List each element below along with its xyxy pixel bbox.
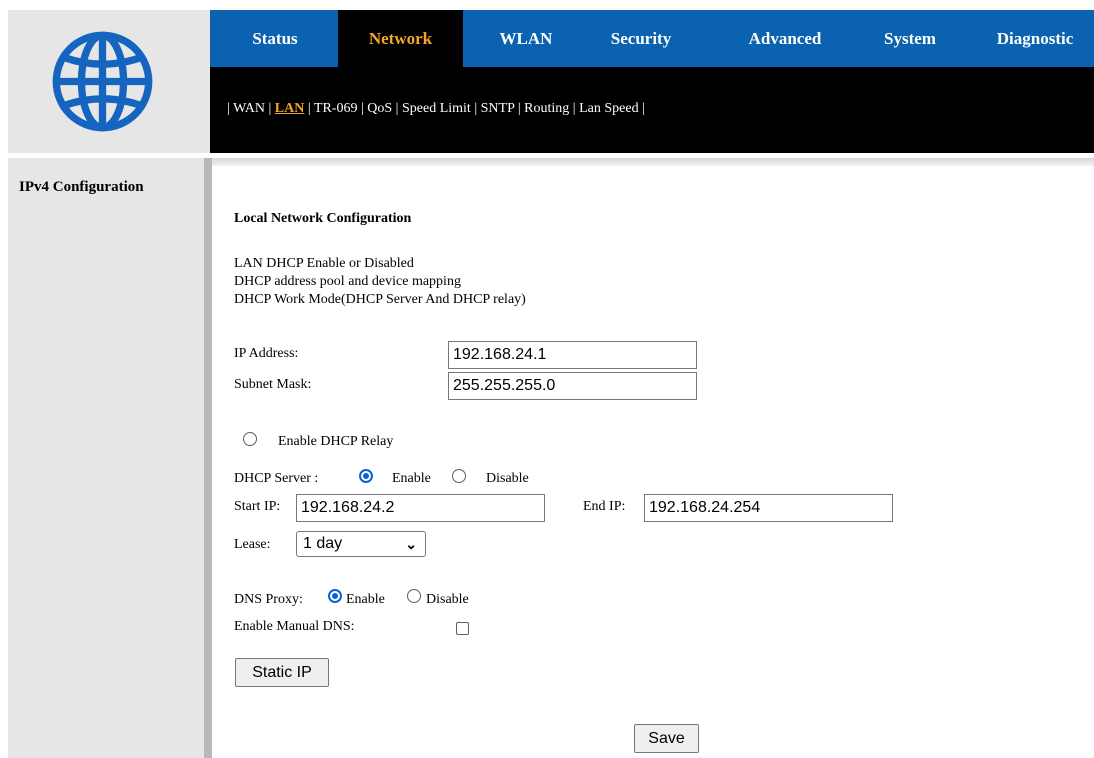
dhcp-server-disable-radio[interactable]	[452, 469, 466, 483]
lease-select-value: 1 day	[303, 535, 343, 552]
ip-address-label: IP Address:	[234, 346, 299, 361]
sub-nav-links: | WAN | LAN | TR-069 | QoS | Speed Limit…	[227, 101, 645, 116]
tab-security[interactable]: Security	[586, 10, 696, 67]
end-ip-input[interactable]: 192.168.24.254	[644, 494, 893, 522]
subnav-wan[interactable]: WAN	[233, 101, 265, 116]
subnav-lan-speed[interactable]: Lan Speed	[579, 101, 638, 116]
static-ip-button[interactable]: Static IP	[235, 658, 329, 687]
manual-dns-label: Enable Manual DNS:	[234, 619, 355, 634]
sidebar: IPv4 Configuration	[8, 158, 204, 758]
tab-status[interactable]: Status	[230, 10, 320, 67]
sidebar-item-ipv4-configuration[interactable]: IPv4 Configuration	[19, 179, 144, 196]
globe-icon	[52, 31, 153, 132]
dhcp-server-enable-radio[interactable]	[359, 469, 373, 483]
lease-label: Lease:	[234, 537, 271, 552]
tab-diagnostic[interactable]: Diagnostic	[980, 10, 1090, 67]
dhcp-server-disable-label: Disable	[486, 471, 529, 486]
logo-area	[8, 10, 210, 153]
ip-address-input[interactable]: 192.168.24.1	[448, 341, 697, 369]
dns-proxy-disable-label: Disable	[426, 592, 469, 607]
dhcp-relay-radio[interactable]	[243, 432, 257, 446]
desc-line-2: DHCP address pool and device mapping	[234, 274, 461, 289]
dns-proxy-enable-label: Enable	[346, 592, 385, 607]
lease-select[interactable]: 1 day ⌄	[296, 531, 426, 557]
subnet-mask-label: Subnet Mask:	[234, 377, 312, 392]
subnav-routing[interactable]: Routing	[524, 101, 569, 116]
dns-proxy-disable-radio[interactable]	[407, 589, 421, 603]
save-button[interactable]: Save	[634, 724, 699, 753]
dns-proxy-label: DNS Proxy:	[234, 592, 303, 607]
desc-line-1: LAN DHCP Enable or Disabled	[234, 256, 414, 271]
dhcp-server-enable-label: Enable	[392, 471, 431, 486]
dns-proxy-enable-radio[interactable]	[328, 589, 342, 603]
tab-advanced[interactable]: Advanced	[730, 10, 840, 67]
content-top-border	[212, 158, 1094, 166]
desc-line-3: DHCP Work Mode(DHCP Server And DHCP rela…	[234, 292, 526, 307]
start-ip-label: Start IP:	[234, 499, 281, 514]
subnav-tr069[interactable]: TR-069	[314, 101, 358, 116]
tab-system[interactable]: System	[865, 10, 955, 67]
subnav-qos[interactable]: QoS	[367, 101, 392, 116]
dhcp-relay-label: Enable DHCP Relay	[278, 434, 394, 449]
tab-wlan[interactable]: WLAN	[481, 10, 571, 67]
subnet-mask-input[interactable]: 255.255.255.0	[448, 372, 697, 400]
dhcp-server-label: DHCP Server :	[234, 471, 319, 486]
manual-dns-checkbox[interactable]	[456, 622, 469, 635]
start-ip-input[interactable]: 192.168.24.2	[296, 494, 545, 522]
page-title: Local Network Configuration	[234, 211, 412, 226]
subnav-lan[interactable]: LAN	[275, 101, 305, 116]
end-ip-label: End IP:	[583, 499, 626, 514]
tab-network[interactable]: Network	[338, 10, 463, 67]
sidebar-divider	[204, 158, 212, 758]
subnav-speed-limit[interactable]: Speed Limit	[402, 101, 471, 116]
chevron-down-icon: ⌄	[405, 536, 417, 552]
top-nav: Status Network WLAN Security Advanced Sy…	[210, 10, 1094, 67]
sub-nav: | WAN | LAN | TR-069 | QoS | Speed Limit…	[210, 67, 1094, 153]
subnav-sntp[interactable]: SNTP	[481, 101, 515, 116]
main-content	[212, 158, 1094, 758]
